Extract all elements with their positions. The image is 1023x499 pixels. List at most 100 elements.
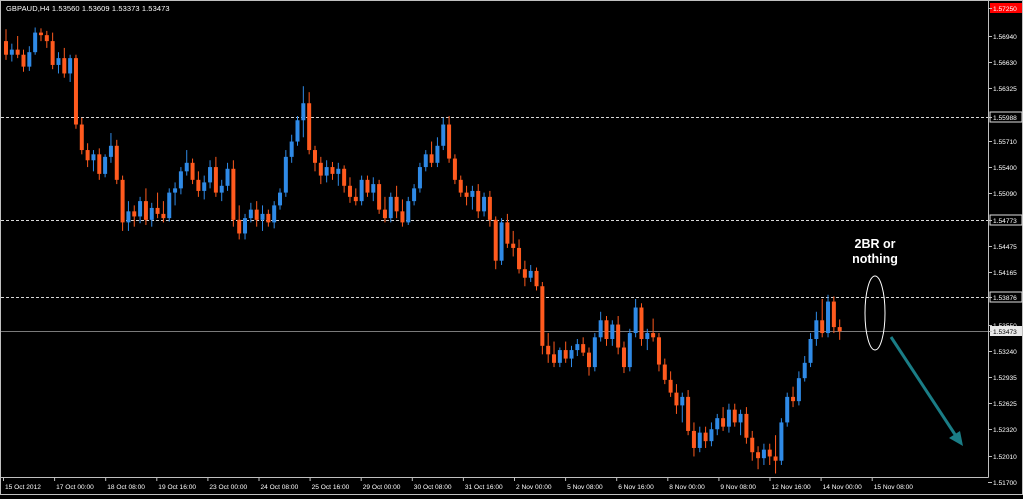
annotation-text[interactable]: 2BR or nothing: [842, 237, 908, 267]
candle-body: [470, 190, 475, 197]
price-tick-label: 1.56940: [993, 34, 1017, 41]
candle-body: [557, 350, 562, 363]
candle-body: [831, 301, 836, 328]
candle-body: [447, 124, 452, 159]
candle-body: [587, 352, 591, 368]
candle-body: [254, 209, 259, 220]
annotation-arrow-shaft[interactable]: [889, 336, 958, 437]
candle-body: [581, 344, 586, 353]
chart-window[interactable]: 1.57250 1.56940 1.56630 1.56325 1.55988 1.557…: [0, 0, 1023, 495]
candle-body: [820, 320, 825, 334]
price-tick-label: 1.55090: [993, 191, 1017, 198]
candle-body: [441, 124, 446, 146]
candle-body: [243, 218, 248, 234]
candle-body: [38, 32, 43, 36]
time-tick-label: 23 Oct 00:00: [209, 484, 247, 491]
candle-body: [336, 168, 341, 174]
time-tick-label: 18 Oct 08:00: [107, 484, 145, 491]
candle-body: [155, 207, 160, 214]
candle-body: [365, 179, 370, 193]
candle-body: [785, 396, 790, 423]
candle-body: [417, 167, 422, 189]
candle-body: [546, 345, 551, 355]
price-tick-label: 1.51700: [993, 480, 1017, 487]
candle-body: [616, 324, 621, 348]
time-tick-label: 15 Oct 2012: [5, 484, 41, 491]
candle-body: [662, 364, 667, 380]
candle-body: [674, 392, 679, 406]
symbol-info: GBPAUD,H4 1.53560 1.53609 1.53373 1.5347…: [6, 4, 170, 13]
candle-body: [202, 182, 207, 191]
candle-body: [307, 103, 312, 151]
candle-body: [686, 396, 691, 431]
time-tick-label: 29 Oct 00:00: [363, 484, 401, 491]
candle-body: [330, 167, 335, 174]
candle-body: [120, 179, 125, 223]
candle-body: [808, 339, 813, 363]
candle-body: [149, 207, 154, 220]
candle-body: [429, 154, 434, 163]
candle-body: [173, 188, 178, 193]
time-tick-label: 6 Nov 16:00: [618, 484, 654, 491]
candle-body: [627, 333, 632, 368]
price-tick-label: 1.55400: [993, 165, 1017, 172]
candle-body: [68, 58, 73, 74]
price-tick-label: 1.53240: [993, 349, 1017, 356]
candle-body: [382, 209, 387, 219]
candle-body: [143, 201, 148, 220]
candle-body: [260, 213, 265, 220]
price-tick-label: 1.55988: [993, 115, 1017, 122]
candle-body: [517, 247, 522, 270]
time-tick-label: 19 Oct 16:00: [158, 484, 196, 491]
annotation-ellipse[interactable]: [864, 275, 886, 351]
time-tick-label: 5 Nov 08:00: [567, 484, 603, 491]
candle-body: [604, 320, 609, 340]
annotation-shapes: [864, 275, 963, 446]
candle-body: [540, 286, 545, 346]
candle-body: [779, 422, 784, 461]
candle-body: [738, 413, 743, 423]
candle-body: [225, 168, 230, 186]
candle-body: [464, 192, 469, 197]
candle-body: [435, 145, 440, 163]
candle-body: [237, 219, 242, 234]
time-tick-label: 30 Oct 08:00: [414, 484, 452, 491]
candle-body: [394, 196, 399, 212]
candle-body: [761, 449, 766, 459]
candle-body: [167, 192, 172, 219]
candle-body: [773, 456, 778, 461]
candle-body: [668, 379, 673, 393]
candle-body: [324, 167, 329, 176]
candle-body: [796, 378, 801, 402]
candle-body: [295, 120, 300, 142]
candle-body: [703, 432, 708, 442]
candle-body: [837, 327, 842, 332]
candle-body: [178, 171, 183, 189]
candle-body: [283, 156, 288, 193]
candle-body: [505, 222, 510, 244]
candle-body: [633, 307, 638, 334]
candle-body: [184, 162, 189, 172]
candle-body: [272, 205, 277, 223]
candle-body: [726, 409, 731, 427]
price-tick-label: 1.54773: [993, 218, 1017, 225]
candle-body: [592, 337, 597, 368]
price-tick-label: 1.57250: [993, 6, 1017, 13]
candle-body: [359, 179, 364, 202]
time-tick-label: 24 Oct 08:00: [261, 484, 299, 491]
candle-body: [756, 452, 761, 459]
candle-body: [248, 209, 253, 219]
candle-body: [721, 418, 726, 427]
price-tick-label: 1.52320: [993, 427, 1017, 434]
candle-body: [388, 196, 393, 219]
time-tick-label: 14 Nov 00:00: [823, 484, 863, 491]
candle-body: [680, 396, 685, 406]
candle-body: [44, 35, 49, 42]
time-tick-label: 8 Nov 00:00: [669, 484, 705, 491]
candle-body: [511, 243, 516, 248]
price-tick-label: 1.52935: [993, 375, 1017, 382]
candle-body: [569, 350, 574, 359]
candle-body: [50, 41, 55, 65]
candle-body: [219, 185, 224, 193]
candle-body: [639, 307, 644, 340]
